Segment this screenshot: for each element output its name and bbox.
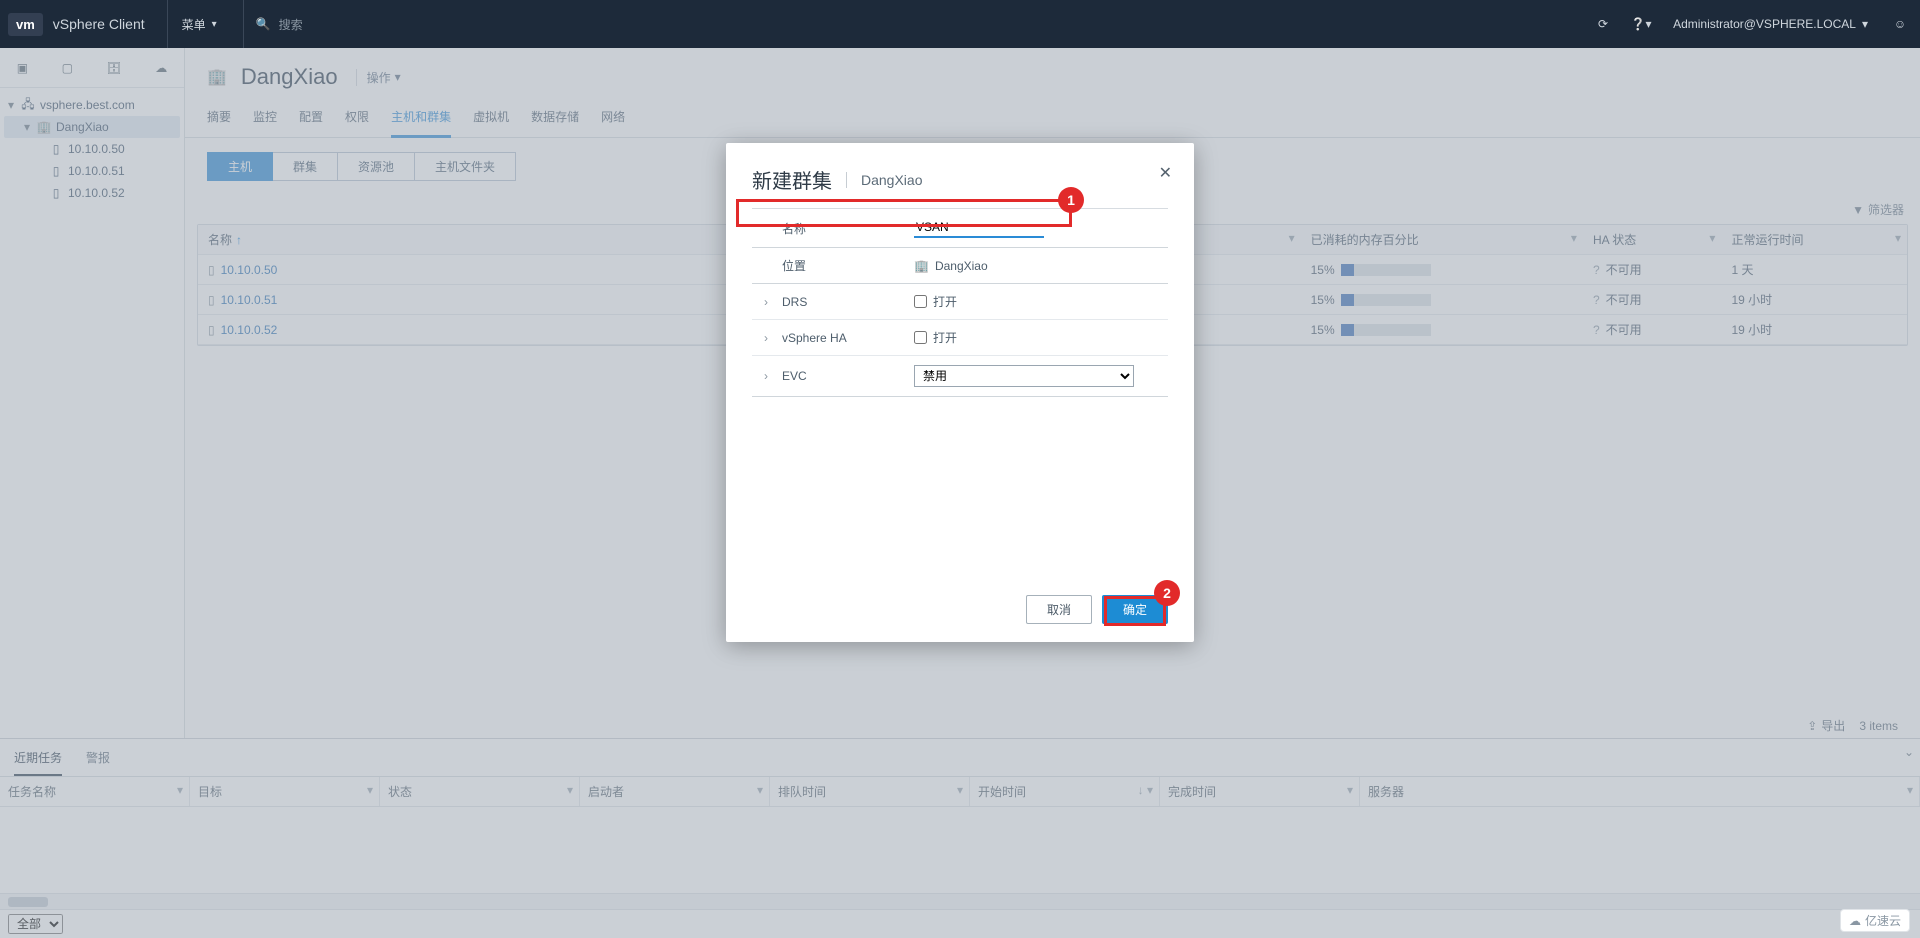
global-search[interactable]: 🔍 搜索 [243,0,1591,48]
ha-field-label: vSphere HA [782,331,847,345]
chevron-right-icon: › [764,369,776,383]
cancel-button[interactable]: 取消 [1026,595,1092,624]
field-ha[interactable]: › vSphere HA 打开 [752,320,1168,356]
cluster-name-input[interactable] [914,218,1044,238]
help-icon[interactable]: ❔▾ [1629,17,1653,31]
modal-title: 新建群集 [752,165,832,194]
modal-buttons: 取消 确定 [752,577,1168,624]
field-drs[interactable]: › DRS 打开 [752,284,1168,320]
smiley-icon[interactable]: ☺ [1888,17,1912,31]
modal-overlay: 新建群集 DangXiao ✕ 名称 位置 🏢 DangXiao › DRS 打开 … [0,48,1920,938]
chevron-right-icon: › [764,331,776,345]
field-evc[interactable]: › EVC 禁用 [752,356,1168,397]
datacenter-icon: 🏢 [914,259,929,273]
new-cluster-dialog: 新建群集 DangXiao ✕ 名称 位置 🏢 DangXiao › DRS 打开 … [726,143,1194,642]
evc-field-label: EVC [782,369,807,383]
top-bar: vm vSphere Client 菜单 ▾ 🔍 搜索 ⟳ ❔▾ Adminis… [0,0,1920,48]
search-placeholder: 搜索 [279,16,303,33]
location-value: DangXiao [935,259,988,273]
drs-toggle-label: 打开 [933,293,957,310]
refresh-icon[interactable]: ⟳ [1591,17,1615,31]
evc-select[interactable]: 禁用 [914,365,1134,387]
menu-dropdown[interactable]: 菜单 ▾ [167,0,231,48]
user-menu[interactable]: Administrator@VSPHERE.LOCAL ▾ [1667,17,1874,31]
ha-toggle-label: 打开 [933,329,957,346]
chevron-down-icon: ▾ [1862,17,1868,31]
watermark: ☁ 亿速云 [1840,909,1910,932]
modal-form: 名称 位置 🏢 DangXiao › DRS 打开 › vSphere HA 打开 ›… [752,208,1168,397]
name-field-label: 名称 [782,220,806,237]
close-icon[interactable]: ✕ [1159,163,1172,183]
location-field-label: 位置 [782,257,806,274]
user-label: Administrator@VSPHERE.LOCAL [1673,17,1856,31]
modal-breadcrumb: DangXiao [846,172,923,188]
menu-label: 菜单 [182,16,206,33]
ha-toggle[interactable] [914,331,927,344]
field-location: 位置 🏢 DangXiao [752,248,1168,284]
drs-toggle[interactable] [914,295,927,308]
search-icon: 🔍 [256,17,271,31]
field-name: 名称 [752,209,1168,248]
cloud-icon: ☁ [1849,914,1861,928]
brand-label: vSphere Client [53,16,145,32]
drs-field-label: DRS [782,295,807,309]
chevron-right-icon: › [764,295,776,309]
ok-button[interactable]: 确定 [1102,595,1168,624]
chevron-down-icon: ▾ [212,19,217,30]
vmware-logo: vm [8,13,43,36]
